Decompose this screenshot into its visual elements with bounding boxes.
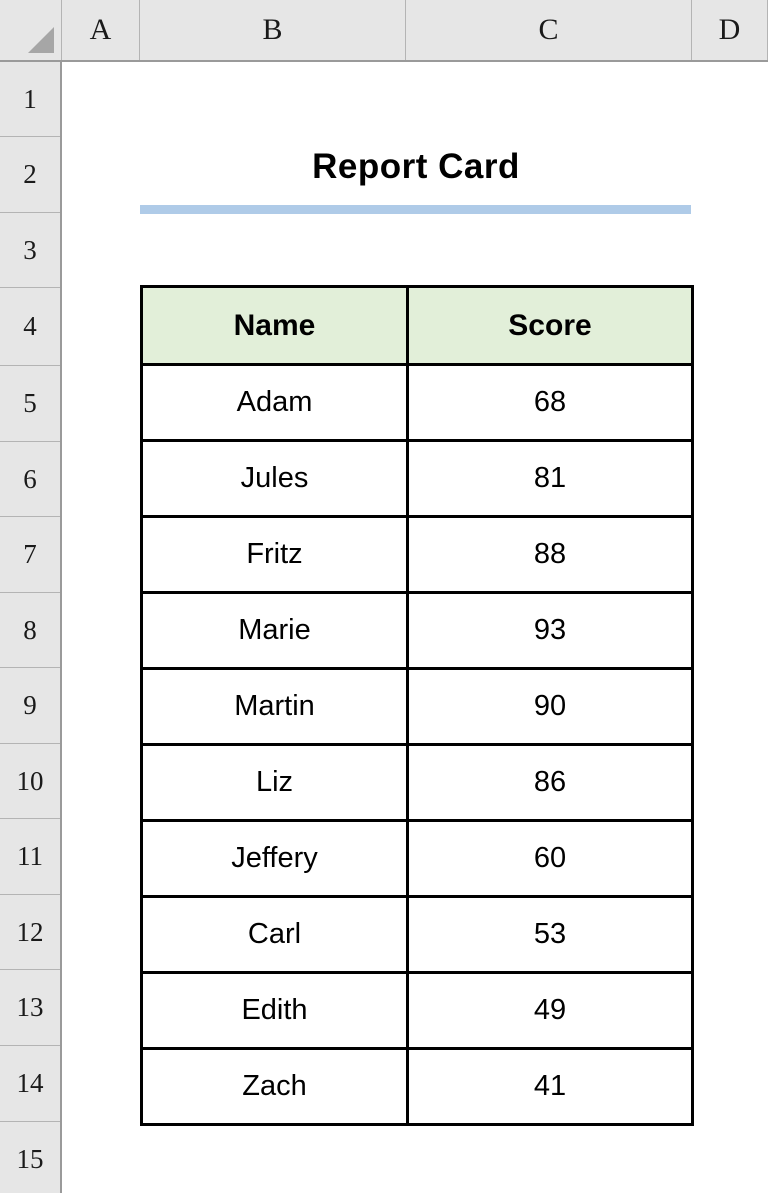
cell-score[interactable]: 86 xyxy=(406,743,694,822)
row-header-1[interactable]: 1 xyxy=(0,62,60,137)
cell-score[interactable]: 53 xyxy=(406,895,694,974)
column-header-b[interactable]: B xyxy=(140,0,406,60)
cell-name[interactable]: Carl xyxy=(140,895,409,974)
cell-score[interactable]: 41 xyxy=(406,1047,694,1126)
select-all-triangle-icon xyxy=(28,27,54,53)
cell-name[interactable]: Martin xyxy=(140,667,409,746)
worksheet-canvas[interactable]: Report Card Name Score Adam 68 Jules 81 Frit… xyxy=(64,64,768,1193)
cell-score[interactable]: 68 xyxy=(406,363,694,442)
table-row: Liz 86 xyxy=(140,743,694,822)
cell-score[interactable]: 90 xyxy=(406,667,694,746)
cell-name[interactable]: Liz xyxy=(140,743,409,822)
row-header-8[interactable]: 8 xyxy=(0,593,60,668)
report-card-table: Name Score Adam 68 Jules 81 Fritz 88 Marie 93 Ma… xyxy=(140,285,694,1126)
table-row: Martin 90 xyxy=(140,667,694,746)
select-all-button[interactable] xyxy=(0,0,62,60)
table-row: Fritz 88 xyxy=(140,515,694,594)
spreadsheet-view: A B C D 1 2 3 4 5 6 7 8 9 10 11 12 13 14 15 Report Car… xyxy=(0,0,768,1193)
cell-score[interactable]: 81 xyxy=(406,439,694,518)
cell-name[interactable]: Edith xyxy=(140,971,409,1050)
cell-name[interactable]: Adam xyxy=(140,363,409,442)
table-row: Adam 68 xyxy=(140,363,694,442)
column-header-c[interactable]: C xyxy=(406,0,692,60)
row-header-strip: 1 2 3 4 5 6 7 8 9 10 11 12 13 14 15 xyxy=(0,62,62,1193)
table-row: Marie 93 xyxy=(140,591,694,670)
row-header-7[interactable]: 7 xyxy=(0,517,60,593)
column-header-name: Name xyxy=(140,285,409,366)
row-header-6[interactable]: 6 xyxy=(0,442,60,517)
page-title: Report Card xyxy=(312,147,520,186)
row-header-2[interactable]: 2 xyxy=(0,137,60,213)
cell-name[interactable]: Jules xyxy=(140,439,409,518)
cell-name[interactable]: Jeffery xyxy=(140,819,409,898)
column-header-a[interactable]: A xyxy=(62,0,140,60)
row-header-5[interactable]: 5 xyxy=(0,366,60,442)
row-header-9[interactable]: 9 xyxy=(0,668,60,744)
row-header-12[interactable]: 12 xyxy=(0,895,60,970)
table-row: Zach 41 xyxy=(140,1047,694,1126)
row-header-13[interactable]: 13 xyxy=(0,970,60,1046)
column-header-score: Score xyxy=(406,285,694,366)
row-header-3[interactable]: 3 xyxy=(0,213,60,288)
row-header-11[interactable]: 11 xyxy=(0,819,60,895)
cell-name[interactable]: Marie xyxy=(140,591,409,670)
cell-score[interactable]: 93 xyxy=(406,591,694,670)
table-row: Edith 49 xyxy=(140,971,694,1050)
column-header-d[interactable]: D xyxy=(692,0,768,60)
cell-score[interactable]: 60 xyxy=(406,819,694,898)
title-underline-rule xyxy=(140,205,691,214)
cell-name[interactable]: Fritz xyxy=(140,515,409,594)
table-row: Jeffery 60 xyxy=(140,819,694,898)
table-row: Carl 53 xyxy=(140,895,694,974)
row-header-14[interactable]: 14 xyxy=(0,1046,60,1122)
cell-name[interactable]: Zach xyxy=(140,1047,409,1126)
cell-score[interactable]: 88 xyxy=(406,515,694,594)
row-header-4[interactable]: 4 xyxy=(0,288,60,366)
row-header-10[interactable]: 10 xyxy=(0,744,60,819)
table-row: Jules 81 xyxy=(140,439,694,518)
cell-score[interactable]: 49 xyxy=(406,971,694,1050)
row-header-15[interactable]: 15 xyxy=(0,1122,60,1193)
table-header-row: Name Score xyxy=(140,285,694,366)
column-header-strip: A B C D xyxy=(0,0,768,62)
